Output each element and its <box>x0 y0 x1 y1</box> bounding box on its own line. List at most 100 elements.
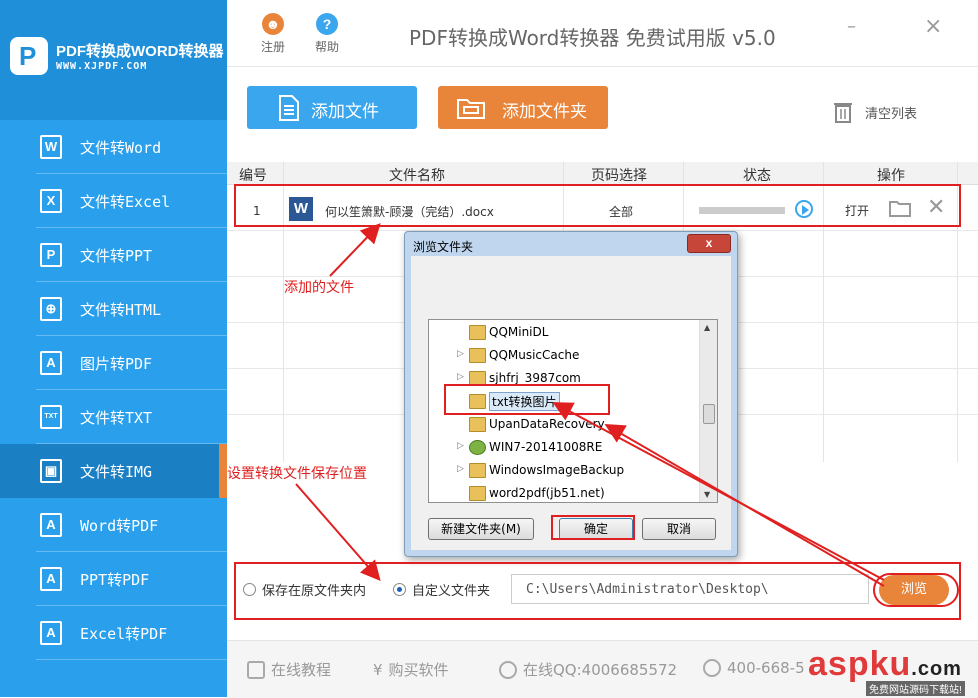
buy-label: 购买软件 <box>388 661 449 679</box>
sidebar-item-label: 文件转IMG <box>80 463 153 481</box>
network-icon <box>469 440 486 455</box>
sidebar-item-label: 文件转PPT <box>80 247 153 265</box>
folder-icon <box>469 348 486 363</box>
help-icon: ? <box>316 13 338 35</box>
book-icon <box>247 661 265 679</box>
sidebar-item-label: 文件转Excel <box>80 193 171 211</box>
clear-list-label: 清空列表 <box>865 107 918 122</box>
phone-link[interactable]: 400-668-5 <box>703 659 805 677</box>
excel-icon: X <box>40 189 62 213</box>
scroll-down-icon[interactable]: ▼ <box>704 490 710 499</box>
sidebar-item[interactable]: P 文件转PPT <box>0 228 227 282</box>
tree-scrollbar[interactable]: ▲ ▼ <box>699 320 717 502</box>
dialog-close-button[interactable]: x <box>687 234 731 253</box>
help-button[interactable]: ? 帮助 <box>307 13 347 55</box>
sidebar-divider <box>36 659 227 660</box>
qq-link[interactable]: 在线QQ:4006685572 <box>499 659 677 680</box>
globe-icon: ⊕ <box>40 297 62 321</box>
folder-icon <box>469 417 486 432</box>
watermark-logo: aspku.com 免费网站源码下载站! <box>808 645 965 696</box>
folder-tree-item[interactable]: QQMiniDL <box>429 321 699 343</box>
clear-list-button[interactable]: 清空列表 <box>833 101 917 127</box>
buy-link[interactable]: ¥ 购买软件 <box>373 659 449 680</box>
add-file-button[interactable]: 添加文件 <box>247 86 417 129</box>
folder-name: sjhfrj_3987com <box>489 371 581 385</box>
expand-arrow-icon[interactable]: ▷ <box>457 372 464 382</box>
title-bar: ☻ 注册 ? 帮助 PDF转换成Word转换器 免费试用版 v5.0 – × <box>227 0 978 66</box>
pdf-icon: A <box>40 621 62 645</box>
logo-title: PDF转换成WORD转换器 <box>56 43 224 60</box>
annotation-box-save-options <box>234 562 961 620</box>
folder-tree-item[interactable]: UpanDataRecovery <box>429 413 699 435</box>
tutorial-link[interactable]: 在线教程 <box>247 659 331 680</box>
toolbar: 添加文件 添加文件夹 清空列表 <box>227 66 978 163</box>
folder-icon <box>469 325 486 340</box>
annotation-box-selected-folder <box>444 384 610 415</box>
expand-arrow-icon[interactable]: ▷ <box>457 464 464 474</box>
trash-icon <box>834 103 852 123</box>
register-label: 注册 <box>260 40 285 54</box>
help-label: 帮助 <box>314 40 339 54</box>
sidebar: P PDF转换成WORD转换器 WWW.XJPDF.COM W 文件转Word X 文… <box>0 0 227 697</box>
folder-tree-item[interactable]: word2pdf(jb51.net) <box>429 482 699 502</box>
annotation-added-file: 添加的文件 <box>284 280 354 296</box>
sidebar-item-label: Word转PDF <box>80 517 159 535</box>
folder-icon <box>469 486 486 501</box>
sidebar-item-label: 文件转HTML <box>80 301 162 319</box>
col-status: 状态 <box>743 168 771 184</box>
sidebar-item-label: 文件转Word <box>80 139 162 157</box>
close-icon: × <box>924 14 943 39</box>
annotation-set-location: 设置转换文件保存位置 <box>227 466 367 482</box>
folder-name: QQMusicCache <box>489 348 580 362</box>
sidebar-item[interactable]: X 文件转Excel <box>0 174 227 228</box>
watermark-suffix: .com <box>911 658 962 680</box>
add-folder-button[interactable]: 添加文件夹 <box>438 86 608 129</box>
sidebar-item[interactable]: A 图片转PDF <box>0 336 227 390</box>
folder-tree-item[interactable]: ▷ WindowsImageBackup <box>429 459 699 481</box>
pdf-icon: A <box>40 513 62 537</box>
dialog-cancel-button[interactable]: 取消 <box>642 518 716 540</box>
folder-name: QQMiniDL <box>489 325 549 339</box>
pdf-icon: A <box>40 351 62 375</box>
col-index: 编号 <box>239 168 267 184</box>
user-icon: ☻ <box>262 13 284 35</box>
new-folder-button[interactable]: 新建文件夹(M) <box>428 518 534 540</box>
expand-arrow-icon[interactable]: ▷ <box>457 441 464 451</box>
folder-name: WindowsImageBackup <box>489 463 625 477</box>
sidebar-item-label: 文件转TXT <box>80 409 153 427</box>
logo-icon: P <box>10 37 48 75</box>
sidebar-item[interactable]: TXT 文件转TXT <box>0 390 227 444</box>
scroll-up-icon[interactable]: ▲ <box>704 323 710 332</box>
minimize-icon: – <box>847 16 856 37</box>
minimize-button[interactable]: – <box>847 16 856 37</box>
sidebar-item[interactable]: A PPT转PDF <box>0 552 227 606</box>
folder-name: word2pdf(jb51.net) <box>489 486 605 500</box>
ppt-icon: P <box>40 243 62 267</box>
register-button[interactable]: ☻ 注册 <box>253 13 293 55</box>
dialog-title: 浏览文件夹 <box>413 240 474 254</box>
col-file-name: 文件名称 <box>389 168 445 184</box>
sidebar-item[interactable]: ⊕ 文件转HTML <box>0 282 227 336</box>
annotation-box-ok <box>551 515 635 540</box>
yen-icon: ¥ <box>373 661 383 679</box>
word-icon: W <box>40 135 62 159</box>
watermark-tagline: 免费网站源码下载站! <box>866 681 965 696</box>
window-title: PDF转换成Word转换器 免费试用版 v5.0 <box>409 26 776 50</box>
sidebar-item[interactable]: A Word转PDF <box>0 498 227 552</box>
close-button[interactable]: × <box>924 14 942 39</box>
expand-arrow-icon[interactable]: ▷ <box>457 349 464 359</box>
sidebar-item-label: 图片转PDF <box>80 355 153 373</box>
sidebar-item-label: PPT转PDF <box>80 571 150 589</box>
col-actions: 操作 <box>877 168 905 184</box>
qq-icon <box>499 661 517 679</box>
sidebar-item[interactable]: ▣ 文件转IMG <box>0 444 227 498</box>
scroll-thumb[interactable] <box>703 404 715 424</box>
folder-tree-item[interactable]: ▷ WIN7-20141008RE <box>429 436 699 458</box>
sidebar-item[interactable]: W 文件转Word <box>0 120 227 174</box>
folder-tree-item[interactable]: ▷ QQMusicCache <box>429 344 699 366</box>
annotation-box-file-row <box>234 184 961 227</box>
sidebar-item[interactable]: A Excel转PDF <box>0 606 227 660</box>
folder-name: UpanDataRecovery <box>489 417 605 431</box>
logo-area: P PDF转换成WORD转换器 WWW.XJPDF.COM <box>0 0 227 120</box>
col-page-select: 页码选择 <box>591 168 647 184</box>
